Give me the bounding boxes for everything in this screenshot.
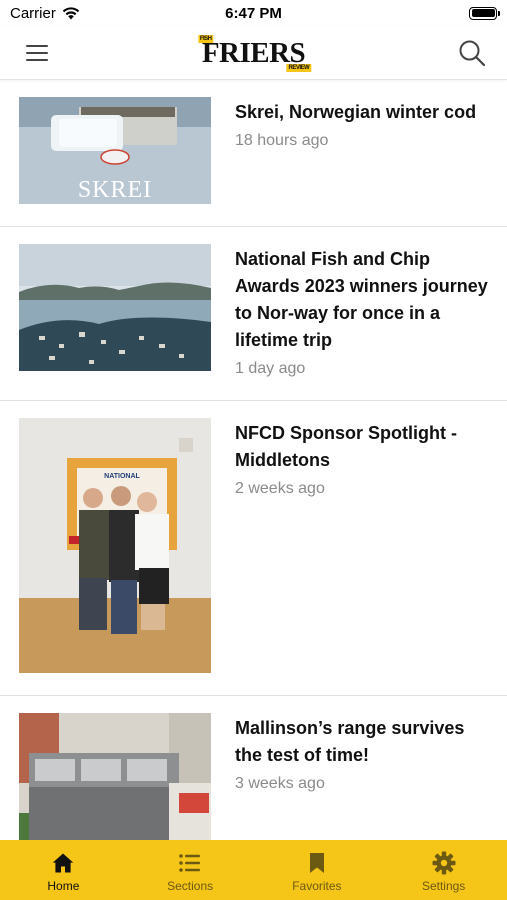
article-info: Mallinson’s range survives the test of t… <box>211 713 489 840</box>
wifi-icon <box>62 6 80 19</box>
article-time: 1 day ago <box>235 360 306 377</box>
clock: 6:47 PM <box>225 4 282 22</box>
search-icon[interactable] <box>457 38 487 68</box>
article-item[interactable]: NATIONAL NFCD Sponsor Spotlight - Middle… <box>0 401 507 696</box>
article-time: 2 weeks ago <box>235 480 325 497</box>
tab-favorites[interactable]: Favorites <box>267 851 367 893</box>
article-title: Mallinson’s range survives the test of t… <box>235 718 465 765</box>
article-info: Skrei, Norwegian winter cod 18 hours ago <box>211 97 476 204</box>
tab-home[interactable]: Home <box>13 851 113 893</box>
bookmark-icon <box>309 853 324 873</box>
tab-label: Sections <box>167 879 214 893</box>
article-feed[interactable]: SKREI Skrei, Norwegian winter cod 18 hou… <box>0 80 507 840</box>
logo-top-tag: FISH <box>197 34 214 43</box>
article-info: NFCD Sponsor Spotlight - Middletons 2 we… <box>211 418 489 673</box>
logo-wordmark: FISH FRIERS REVIEW <box>197 34 312 72</box>
article-title: NFCD Sponsor Spotlight - Middletons <box>235 423 457 470</box>
article-thumbnail <box>19 713 211 840</box>
article-title: National Fish and Chip Awards 2023 winne… <box>235 249 488 350</box>
bottom-tab-bar: Home Sections Favorites Settings <box>0 840 507 900</box>
tab-label: Settings <box>421 879 466 893</box>
friers-logo: FISH FRIERS REVIEW <box>197 34 312 72</box>
battery-icon <box>469 6 500 20</box>
carrier-label: Carrier <box>10 4 56 22</box>
status-left: Carrier <box>10 5 80 22</box>
article-item[interactable]: Mallinson’s range survives the test of t… <box>0 696 507 840</box>
tab-settings[interactable]: Settings <box>394 851 494 893</box>
article-thumbnail <box>19 244 211 371</box>
logo-bottom-tag: REVIEW <box>286 63 312 72</box>
list-icon <box>179 854 201 872</box>
article-time: 18 hours ago <box>235 132 329 149</box>
article-item[interactable]: SKREI Skrei, Norwegian winter cod 18 hou… <box>0 80 507 227</box>
article-info: National Fish and Chip Awards 2023 winne… <box>211 244 489 378</box>
home-icon <box>53 853 74 873</box>
skrei-caption: SKREI <box>78 177 152 203</box>
article-thumbnail: SKREI <box>19 97 211 204</box>
gear-icon <box>432 851 456 875</box>
status-bar: Carrier 6:47 PM <box>0 0 507 26</box>
navigation-bar: FISH FRIERS REVIEW <box>0 26 507 80</box>
article-title: Skrei, Norwegian winter cod <box>235 102 477 122</box>
tab-label: Home <box>47 879 80 893</box>
article-time: 3 weeks ago <box>235 775 325 792</box>
tab-label: Favorites <box>292 879 342 893</box>
hamburger-menu-icon[interactable] <box>26 44 48 61</box>
article-thumbnail: NATIONAL <box>19 418 211 673</box>
frame-caption: NATIONAL <box>104 473 140 480</box>
article-item[interactable]: National Fish and Chip Awards 2023 winne… <box>0 227 507 401</box>
tab-sections[interactable]: Sections <box>140 851 240 893</box>
